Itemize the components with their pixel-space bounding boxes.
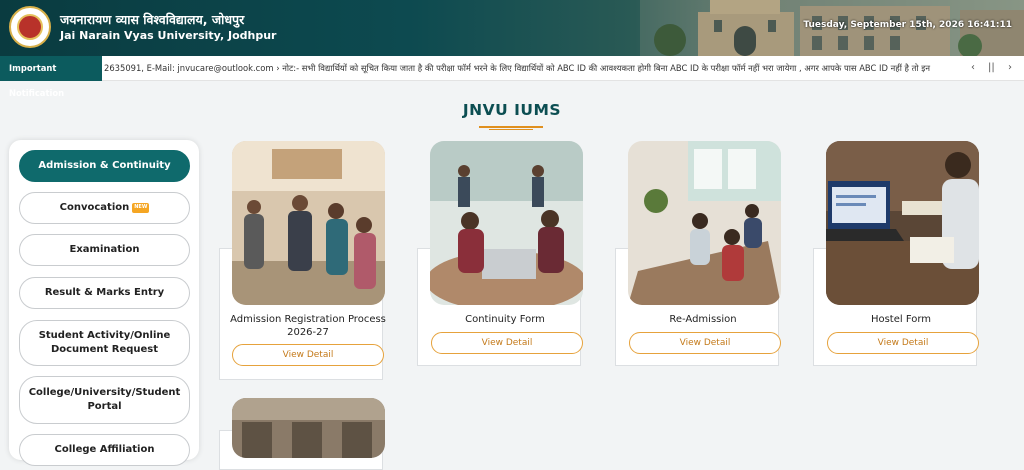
notification-label: Important Notification [0, 56, 102, 98]
re-admission-photo [628, 141, 781, 305]
sidebar-item-examination[interactable]: Examination [19, 234, 190, 266]
ticker-pause-button[interactable]: || [988, 62, 995, 73]
site-header: जयनारायण व्यास विश्वविद्यालय, जोधपुर Jai… [0, 0, 1024, 56]
ticker-prev-button[interactable]: ‹ [971, 62, 975, 73]
sidebar: Admission & Continuity Convocation NEW E… [9, 140, 199, 466]
university-name-hindi: जयनारायण व्यास विश्वविद्यालय, जोधपुर [60, 12, 245, 27]
ticker-next-button[interactable]: › [1008, 62, 1012, 73]
sidebar-item-portal[interactable]: College/University/Student Portal [19, 376, 190, 424]
sidebar-item-label: College/University/Student Portal [28, 386, 181, 413]
admission-photo [232, 141, 385, 305]
card-title: Re-Admission [669, 314, 737, 325]
hostel-photo [826, 141, 979, 305]
sidebar-item-label: Result & Marks Entry [44, 286, 165, 298]
university-name-english: Jai Narain Vyas University, Jodhpur [60, 29, 277, 42]
title-underline [479, 126, 543, 128]
library-photo [232, 398, 385, 458]
card-title: Admission Registration Process 2026-27 [230, 314, 386, 338]
sidebar-item-convocation[interactable]: Convocation NEW [19, 192, 190, 224]
notification-ticker[interactable]: 2635091, E-Mail: jnvucare@outlook.com › … [102, 56, 964, 81]
sidebar-item-label: Student Activity/Online Document Request [38, 329, 171, 356]
sidebar-item-student-activity[interactable]: Student Activity/Online Document Request [19, 320, 190, 366]
view-detail-button[interactable]: View Detail [629, 332, 781, 354]
sidebar-item-label: Admission & Continuity [38, 159, 171, 171]
current-datetime: Tuesday, September 15th, 2026 16:41:11 [803, 20, 1012, 30]
view-detail-button[interactable]: View Detail [827, 332, 979, 354]
view-detail-button[interactable]: View Detail [431, 332, 583, 354]
continuity-photo [430, 141, 583, 305]
card-title: Hostel Form [870, 314, 932, 325]
title-underline-secondary [489, 129, 533, 130]
sidebar-item-label: Convocation [59, 201, 130, 213]
notification-bar: Important Notification 2635091, E-Mail: … [0, 56, 1024, 98]
notification-text[interactable]: 2635091, E-Mail: jnvucare@outlook.com › … [104, 56, 930, 81]
page-title: JNVU IUMS [462, 101, 562, 119]
sidebar-item-label: College Affiliation [54, 443, 155, 455]
view-detail-button[interactable]: View Detail [232, 344, 384, 366]
sidebar-item-college-affiliation[interactable]: College Affiliation [19, 434, 190, 466]
sidebar-item-admission-continuity[interactable]: Admission & Continuity [19, 150, 190, 182]
card-title: Continuity Form [465, 314, 545, 325]
university-logo[interactable] [9, 6, 51, 48]
new-badge: NEW [132, 203, 150, 213]
sidebar-item-label: Examination [69, 243, 140, 255]
sidebar-item-result-marks-entry[interactable]: Result & Marks Entry [19, 277, 190, 309]
